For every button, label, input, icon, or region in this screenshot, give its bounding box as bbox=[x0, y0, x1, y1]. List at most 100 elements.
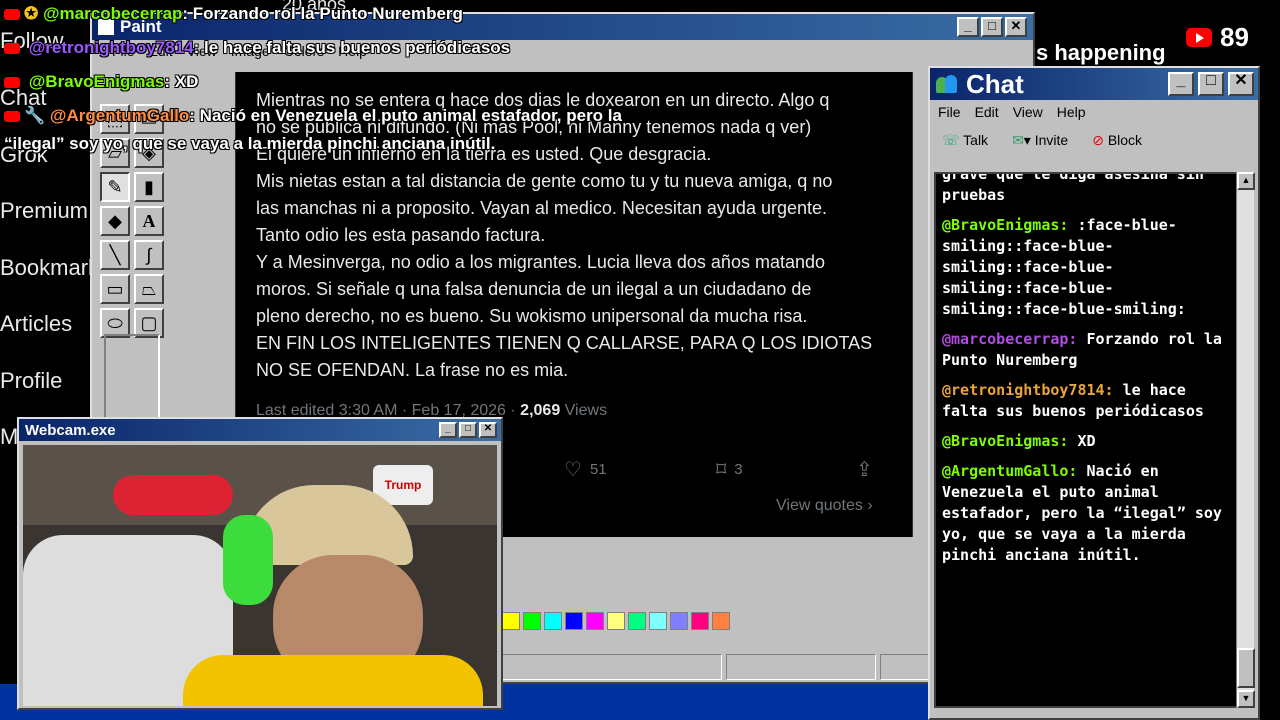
talk-button[interactable]: ☏ Talk bbox=[942, 132, 988, 149]
chat-username: @retronightboy7814: bbox=[942, 381, 1114, 399]
rectangle-tool[interactable]: ▭ bbox=[100, 274, 130, 304]
chat-minimize-button[interactable]: _ bbox=[1168, 72, 1194, 96]
tweet-line: Tanto odio les esta pasando factura. bbox=[256, 225, 546, 245]
view-quotes-link[interactable]: View quotes › bbox=[776, 497, 873, 515]
overlay-message: 🔧 @ArgentumGallo: Nació en Venezuela el … bbox=[4, 106, 622, 126]
tweet-line: EN FIN LOS INTELIGENTES TIENEN Q CALLARS… bbox=[256, 333, 873, 353]
sidebar-item-more[interactable]: M bbox=[0, 424, 18, 450]
tweet-line: Mis nietas estan a tal distancia de gent… bbox=[256, 171, 833, 191]
webcam-minimize-button[interactable]: _ bbox=[439, 422, 457, 438]
chat-menu-file[interactable]: File bbox=[938, 104, 961, 120]
sidebar-item-premium[interactable]: Premium bbox=[0, 198, 88, 224]
scroll-up-button[interactable]: ▲ bbox=[1237, 172, 1255, 190]
share-button[interactable]: ⇪ bbox=[856, 457, 873, 482]
buddies-icon bbox=[936, 73, 958, 95]
chat-menu-help[interactable]: Help bbox=[1057, 104, 1086, 120]
overlay-username: @ArgentumGallo bbox=[49, 106, 190, 125]
yellow-shirt bbox=[183, 655, 483, 706]
color-swatch[interactable] bbox=[691, 612, 709, 630]
color-swatch[interactable] bbox=[523, 612, 541, 630]
chat-titlebar[interactable]: Chat _ □ ✕ bbox=[930, 68, 1258, 100]
chat-menubar: File Edit View Help bbox=[930, 100, 1258, 124]
color-swatch[interactable] bbox=[565, 612, 583, 630]
overlay-text: : Forzando rol la Punto Nuremberg bbox=[182, 4, 463, 23]
overlay-text: : XD bbox=[164, 72, 199, 91]
flowers bbox=[113, 475, 233, 515]
chat-close-button[interactable]: ✕ bbox=[1228, 72, 1254, 96]
bookmark-button[interactable]: ⌑ 3 bbox=[716, 457, 743, 482]
share-icon: ⇪ bbox=[856, 459, 873, 481]
view-count: 2,069 bbox=[520, 402, 561, 419]
chat-title: Chat bbox=[966, 68, 1024, 99]
chat-username: @BravoEnigmas: bbox=[942, 432, 1069, 450]
color-swatch[interactable] bbox=[607, 612, 625, 630]
color-swatch[interactable] bbox=[628, 612, 646, 630]
webcam-titlebar[interactable]: Webcam.exe _ □ ✕ bbox=[19, 419, 501, 441]
status-panel bbox=[726, 654, 876, 680]
color-swatch[interactable] bbox=[502, 612, 520, 630]
pencil-tool[interactable]: ✎ bbox=[100, 172, 130, 202]
viewer-counter: 89 bbox=[1186, 22, 1249, 53]
webcam-window[interactable]: Webcam.exe _ □ ✕ Trump bbox=[17, 417, 503, 710]
tweet-line: Y a Mesinverga, no odio a los migrantes.… bbox=[256, 252, 826, 272]
overlay-username: @retronightboy7814 bbox=[28, 38, 194, 57]
overlay-text: : le hace falta sus buenos periódicasos bbox=[193, 38, 511, 57]
invite-label: Invite bbox=[1034, 132, 1069, 148]
youtube-icon bbox=[4, 77, 20, 89]
chat-username: @BravoEnigmas: bbox=[942, 216, 1069, 234]
scroll-down-button[interactable]: ▼ bbox=[1237, 690, 1255, 708]
polygon-tool[interactable]: ⏢ bbox=[134, 274, 164, 304]
chat-message: @BravoEnigmas: XD bbox=[936, 431, 1238, 452]
chat-scrollbar[interactable]: ▲ ▼ bbox=[1236, 172, 1255, 708]
text-tool[interactable]: A bbox=[134, 206, 164, 236]
like-count: 51 bbox=[589, 461, 607, 478]
sidebar-item-profile[interactable]: Profile bbox=[0, 368, 62, 394]
tweet-line: las manchas ni a proposito. Vayan al med… bbox=[256, 198, 827, 218]
chat-maximize-button[interactable]: □ bbox=[1198, 72, 1224, 96]
minimize-button[interactable]: _ bbox=[957, 17, 979, 37]
tweet-line: pleno derecho, no es bueno. Su wokismo u… bbox=[256, 306, 808, 326]
color-swatch[interactable] bbox=[649, 612, 667, 630]
tweet-line: moros. Si señale q una falsa denuncia de… bbox=[256, 279, 812, 299]
chat-message: @ArgentumGallo: Nació en Venezuela el pu… bbox=[936, 461, 1238, 566]
maximize-button[interactable]: □ bbox=[981, 17, 1003, 37]
invite-button[interactable]: ✉▾ Invite bbox=[1012, 132, 1068, 149]
status-panel bbox=[502, 654, 722, 680]
webcam-feed: Trump bbox=[23, 445, 497, 706]
color-swatch[interactable] bbox=[586, 612, 604, 630]
color-swatch[interactable] bbox=[670, 612, 688, 630]
overlay-username: @BravoEnigmas bbox=[28, 72, 165, 91]
overlay-username: @marcobecerrap bbox=[42, 4, 183, 23]
brush-tool[interactable]: ▮ bbox=[134, 172, 164, 202]
color-swatch[interactable] bbox=[544, 612, 562, 630]
chat-menu-edit[interactable]: Edit bbox=[975, 104, 999, 120]
line-tool[interactable]: ╲ bbox=[100, 240, 130, 270]
curve-tool[interactable]: ∫ bbox=[134, 240, 164, 270]
block-icon: ⊘ bbox=[1092, 132, 1104, 148]
youtube-icon bbox=[1186, 28, 1212, 47]
scroll-thumb[interactable] bbox=[1237, 648, 1255, 688]
views-label: Views bbox=[564, 402, 608, 419]
webcam-maximize-button[interactable]: □ bbox=[459, 422, 477, 438]
bookmark-count: 3 bbox=[734, 461, 743, 478]
talk-icon: ☏ bbox=[942, 132, 960, 148]
chat-log[interactable]: grave que te diga asesina sin pruebas @B… bbox=[934, 172, 1240, 708]
airbrush-tool[interactable]: ◆ bbox=[100, 206, 130, 236]
close-button[interactable]: ✕ bbox=[1005, 17, 1027, 37]
webcam-close-button[interactable]: ✕ bbox=[479, 422, 497, 438]
sidebar-item-articles[interactable]: Articles bbox=[0, 311, 72, 337]
wrench-icon: 🔧 bbox=[24, 106, 46, 125]
chat-text: XD bbox=[1077, 432, 1096, 450]
color-swatch[interactable] bbox=[712, 612, 730, 630]
youtube-icon bbox=[4, 43, 20, 55]
tool-options-box[interactable] bbox=[104, 334, 160, 424]
youtube-icon bbox=[4, 9, 20, 21]
talk-label: Talk bbox=[963, 132, 989, 148]
like-button[interactable]: ♡ 51 bbox=[564, 457, 607, 482]
chat-menu-view[interactable]: View bbox=[1013, 104, 1043, 120]
overlay-message: ✪ @marcobecerrap: Forzando rol la Punto … bbox=[4, 4, 463, 24]
viewer-count: 89 bbox=[1220, 22, 1249, 52]
block-button[interactable]: ⊘ Block bbox=[1092, 132, 1142, 149]
chat-window[interactable]: Chat _ □ ✕ File Edit View Help ☏ Talk ✉▾… bbox=[928, 66, 1260, 720]
chat-message: @retronightboy7814: le hace falta sus bu… bbox=[936, 380, 1238, 422]
